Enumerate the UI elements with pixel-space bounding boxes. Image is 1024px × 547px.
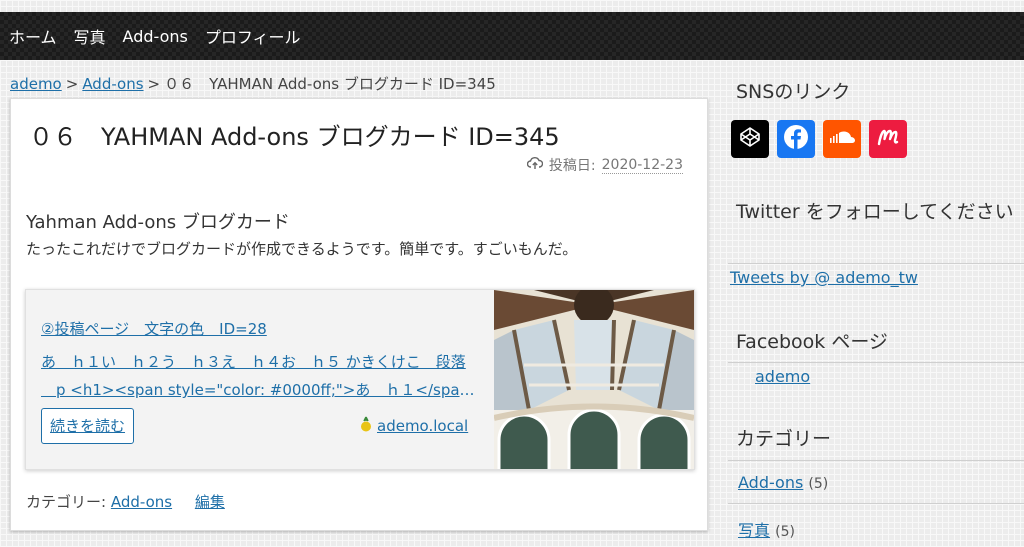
twitter-widget-title: Twitter をフォローしてください [736,201,1014,223]
category-count: (5) [808,476,829,492]
facebook-widget-title: Facebook ページ [736,331,888,353]
soundcloud-link[interactable] [823,120,861,158]
divider [728,460,1024,461]
category-item-link[interactable]: Add-ons [738,473,803,492]
categories-widget-title: カテゴリー [736,428,832,450]
nav-item-home[interactable]: ホーム [9,24,57,48]
nav-item-profile[interactable]: プロフィール [205,24,301,48]
category-item: 写真 (5) [738,517,795,541]
category-link[interactable]: Add-ons [111,493,172,511]
facebook-page-link[interactable]: ademo [755,367,810,386]
sns-links [731,120,907,158]
article-card: ０６ YAHMAN Add-ons ブログカード ID=345 投稿日: 202… [10,98,708,531]
breadcrumb: ademo > Add-ons >０６ YAHMAN Add-ons ブログカード I… [10,73,496,94]
breadcrumb-current: ０６ YAHMAN Add-ons ブログカード ID=345 [164,75,496,93]
facebook-icon [783,124,809,154]
meetup-icon [876,127,900,151]
category-item: Add-ons (5) [738,473,828,492]
sidebar: SNSのリンク Twitter をフォローしてください Tweets by @ … [728,0,1024,547]
breadcrumb-category-link[interactable]: Add-ons [82,75,143,93]
twitter-timeline-link[interactable]: Tweets by @ ademo_tw [730,268,918,287]
codepen-icon [739,126,761,152]
posted-label: 投稿日: [548,158,596,174]
nav-item-addons[interactable]: Add-ons [123,27,188,46]
pineapple-favicon-icon [359,416,373,436]
article-title: ０６ YAHMAN Add-ons ブログカード ID=345 [29,123,560,151]
posted-date: 2020-12-23 [601,156,683,174]
divider [728,263,1024,264]
category-label: カテゴリー: [26,493,107,511]
facebook-link[interactable] [777,120,815,158]
article-subtitle: Yahman Add-ons ブログカード [26,212,290,233]
category-item-link[interactable]: 写真 [738,521,770,540]
divider [728,503,1024,504]
breadcrumb-separator: > [147,75,161,93]
blog-card-excerpt[interactable]: あ ｈ１い ｈ２う ｈ３え ｈ４お ｈ５ かきくけこ 段落 p <h1><spa… [41,348,481,404]
blog-card-title-link[interactable]: ②投稿ページ 文字の色 ID=28 [41,318,267,339]
meetup-link[interactable] [869,120,907,158]
article-body: たったこれだけでブログカードが作成できるようです。簡単です。すごいもんだ。 [26,240,578,258]
breadcrumb-separator: > [65,75,79,93]
article-footer: カテゴリー: Add-ons 編集 [26,491,225,512]
blog-card-site: ademo.local [359,416,468,436]
blog-card-site-link[interactable]: ademo.local [377,417,468,435]
nav-item-photos[interactable]: 写真 [74,24,106,48]
blog-card: ②投稿ページ 文字の色 ID=28 あ ｈ１い ｈ２う ｈ３え ｈ４お ｈ５ か… [25,289,695,470]
divider [728,362,1024,363]
soundcloud-icon [828,129,856,149]
breadcrumb-home-link[interactable]: ademo [10,75,62,93]
blog-card-excerpt-line: p <h1><span style="color: #0000ff;">あ ｈ１… [41,381,481,399]
blog-card-excerpt-line: あ ｈ１い ｈ２う ｈ３え ｈ４お ｈ５ かきくけこ 段落 [41,353,466,371]
blog-card-thumbnail[interactable] [494,290,694,469]
post-meta: 投稿日: 2020-12-23 [526,155,683,175]
edit-link[interactable]: 編集 [195,493,225,511]
codepen-link[interactable] [731,120,769,158]
category-count: (5) [775,524,795,540]
sns-widget-title: SNSのリンク [736,81,851,103]
cloud-upload-icon [526,156,544,174]
read-more-button[interactable]: 続きを読む [41,408,135,444]
